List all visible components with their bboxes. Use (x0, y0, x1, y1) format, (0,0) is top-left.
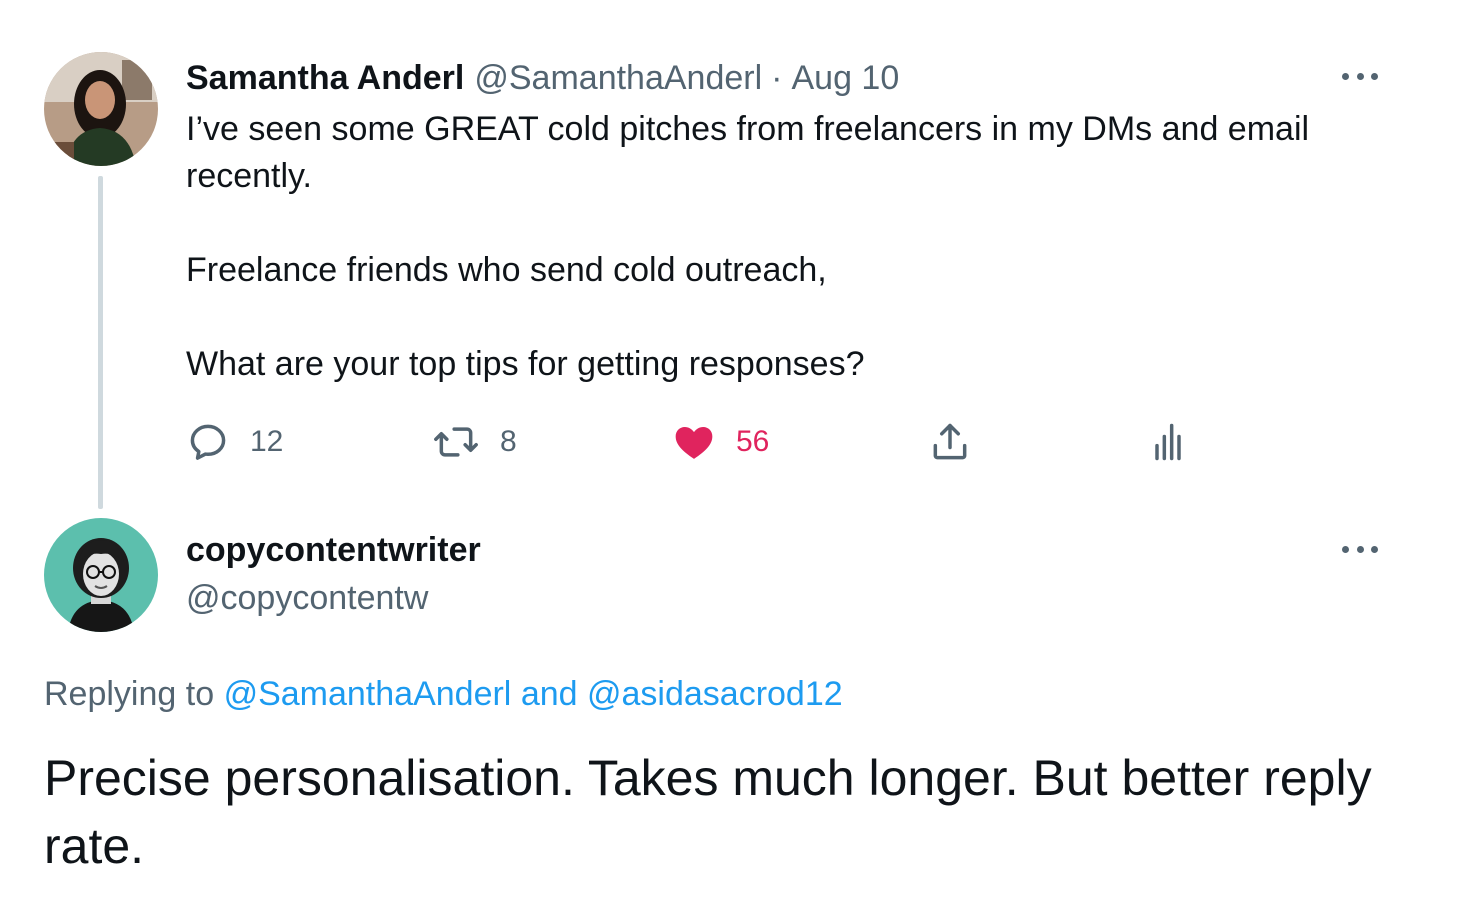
more-icon[interactable] (1340, 539, 1380, 559)
avatar-copycontentwriter[interactable] (44, 518, 158, 632)
tweet-thread: Samantha Anderl @SamanthaAnderl · Aug 10… (0, 0, 1464, 904)
tweet-actions: 12 8 56 (186, 418, 1216, 466)
user-handle[interactable]: @SamanthaAnderl (474, 59, 762, 98)
more-icon[interactable] (1340, 66, 1380, 86)
tweet-paragraph: I’ve seen some GREAT cold pitches from f… (186, 110, 1310, 195)
replying-prefix: Replying to (44, 675, 215, 713)
reply-button[interactable]: 12 (186, 418, 283, 466)
replying-to: Replying to @SamanthaAnderl and @asidasa… (44, 672, 843, 716)
like-icon (672, 420, 716, 464)
thread-line (98, 176, 103, 509)
retweet-button[interactable]: 8 (432, 418, 517, 466)
tweet-date[interactable]: Aug 10 (791, 59, 899, 98)
mention-link[interactable]: @asidasacrod12 (587, 675, 843, 713)
tweet-header: Samantha Anderl @SamanthaAnderl · Aug 10 (186, 56, 899, 100)
display-name[interactable]: Samantha Anderl (186, 59, 464, 98)
mention-and[interactable]: and (521, 675, 578, 713)
reply-user-handle[interactable]: @copycontentw (186, 576, 428, 620)
like-button[interactable]: 56 (672, 418, 769, 466)
tweet-paragraph: What are your top tips for getting respo… (186, 345, 865, 383)
tweet-text: I’ve seen some GREAT cold pitches from f… (186, 106, 1396, 388)
retweet-icon (432, 420, 480, 464)
share-icon (928, 420, 972, 464)
reply-text: Precise personalisation. Takes much long… (44, 750, 1372, 874)
share-button[interactable] (928, 418, 972, 466)
like-count: 56 (736, 425, 770, 458)
analytics-icon (1146, 420, 1190, 464)
reply-display-name[interactable]: copycontentwriter (186, 528, 481, 572)
separator: · (771, 58, 783, 97)
reply-icon (186, 420, 230, 464)
avatar-samantha[interactable] (44, 52, 158, 166)
tweet-paragraph: Freelance friends who send cold outreach… (186, 251, 827, 289)
retweet-count: 8 (500, 425, 517, 458)
reply-count: 12 (250, 425, 284, 458)
mention-link[interactable]: @SamanthaAnderl (224, 675, 512, 713)
analytics-button[interactable] (1146, 418, 1190, 466)
